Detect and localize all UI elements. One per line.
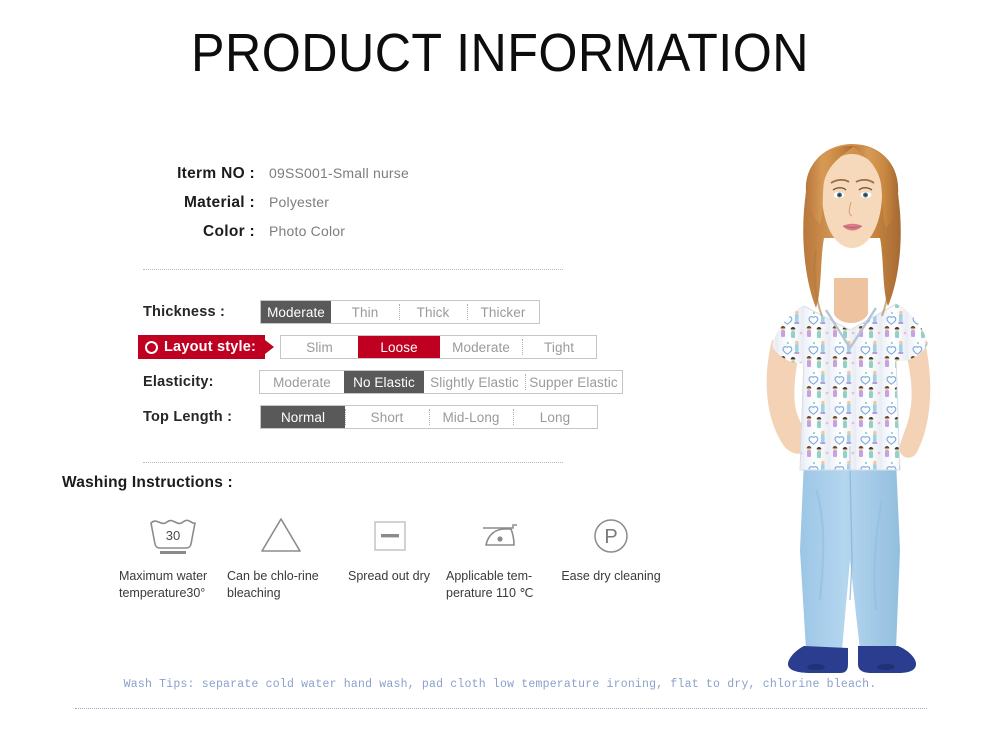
spec-option-moderate[interactable]: Moderate: [440, 336, 523, 358]
washing-item-caption: Can be chlo-rine bleaching: [227, 569, 319, 600]
washing-instructions-heading: Washing Instructions :: [62, 474, 233, 491]
washing-item: 30 Maximum water temperature30°: [119, 512, 226, 602]
segmented-control-top-length[interactable]: Normal Short Mid-Long Long: [260, 405, 598, 429]
info-row-item-no: Iterm NO : 09SS001-Small nurse: [143, 165, 573, 188]
spec-option-slim[interactable]: Slim: [281, 336, 359, 358]
bleach-triangle-icon: [255, 512, 307, 558]
divider-middle: [143, 462, 563, 463]
washing-item: Can be chlo-rine bleaching: [227, 512, 334, 602]
spec-option-thin[interactable]: Thin: [331, 301, 399, 323]
info-row-color: Color : Photo Color: [143, 223, 573, 246]
washing-item-caption: Applicable tem-perature 110 ℃: [446, 569, 534, 600]
spec-label-elasticity: Elasticity:: [143, 374, 214, 390]
spec-option-moderate[interactable]: Moderate: [261, 301, 331, 323]
model-photo: [700, 130, 1000, 690]
info-value: 09SS001-Small nurse: [269, 165, 409, 181]
washing-item-caption: Ease dry cleaning: [561, 569, 661, 583]
divider-bottom: [75, 708, 927, 709]
spec-label-layout-style-banner: Layout style:: [138, 335, 275, 359]
washing-item-caption: Maximum water temperature30°: [119, 569, 208, 600]
spec-option-thicker[interactable]: Thicker: [467, 301, 539, 323]
spec-option-moderate[interactable]: Moderate: [260, 371, 344, 393]
spec-label-layout-style: Layout style:: [164, 339, 257, 355]
spec-row-thickness: Thickness : Moderate Thin Thick Thicker: [0, 300, 640, 324]
info-key: Color :: [202, 223, 255, 240]
wash-tub-30-icon: 30: [145, 512, 201, 558]
spec-option-slightly-elastic[interactable]: Slightly Elastic: [424, 371, 525, 393]
divider-top: [143, 269, 563, 270]
spec-option-long[interactable]: Long: [513, 406, 597, 428]
info-key: Material :: [183, 194, 255, 211]
spec-option-loose[interactable]: Loose: [358, 336, 441, 358]
spec-option-normal[interactable]: Normal: [261, 406, 345, 428]
washing-instructions-list: 30 Maximum water temperature30° Can be c…: [119, 512, 740, 602]
spec-rows: Thickness : Moderate Thin Thick Thicker …: [0, 300, 640, 440]
svg-text:30: 30: [166, 528, 180, 543]
spec-option-supper-elastic[interactable]: Supper Elastic: [525, 371, 622, 393]
product-information-page: PRODUCT INFORMATION Iterm NO : 09SS001-S…: [0, 0, 1000, 735]
banner-arrow-icon: [265, 340, 275, 354]
spec-row-top-length: Top Length : Normal Short Mid-Long Long: [0, 405, 640, 429]
info-row-material: Material : Polyester: [143, 194, 573, 217]
product-info-block: Iterm NO : 09SS001-Small nurse Material …: [143, 165, 573, 252]
info-key: Iterm NO :: [177, 165, 255, 182]
info-value: Photo Color: [269, 223, 346, 239]
segmented-control-layout-style[interactable]: Slim Loose Moderate Tight: [280, 335, 598, 359]
spec-row-layout-style: Layout style: Slim Loose Moderate Tight: [0, 335, 640, 359]
info-value: Polyester: [269, 194, 330, 210]
spec-label-top-length: Top Length :: [143, 409, 233, 425]
washing-item: P Ease dry cleaning: [558, 512, 664, 585]
segmented-control-elasticity[interactable]: Moderate No Elastic Slightly Elastic Sup…: [259, 370, 623, 394]
dry-clean-p-circle-icon: P: [587, 512, 635, 558]
spec-label-thickness: Thickness :: [143, 304, 225, 320]
spec-option-mid-long[interactable]: Mid-Long: [429, 406, 513, 428]
washing-item-caption: Spread out dry: [348, 569, 430, 583]
segmented-control-thickness[interactable]: Moderate Thin Thick Thicker: [260, 300, 540, 324]
spec-option-tight[interactable]: Tight: [522, 336, 597, 358]
iron-one-dot-icon: [473, 512, 527, 558]
flat-dry-square-icon: [366, 512, 412, 558]
washing-item: Spread out dry: [336, 512, 442, 585]
radio-target-icon: [145, 340, 158, 354]
page-title: PRODUCT INFORMATION: [191, 23, 809, 83]
spec-option-thick[interactable]: Thick: [399, 301, 467, 323]
spec-option-no-elastic[interactable]: No Elastic: [344, 371, 424, 393]
spec-option-short[interactable]: Short: [345, 406, 429, 428]
washing-item: Applicable tem-perature 110 ℃: [444, 512, 556, 602]
spec-row-elasticity: Elasticity: Moderate No Elastic Slightly…: [0, 370, 640, 394]
svg-text:P: P: [604, 526, 617, 548]
